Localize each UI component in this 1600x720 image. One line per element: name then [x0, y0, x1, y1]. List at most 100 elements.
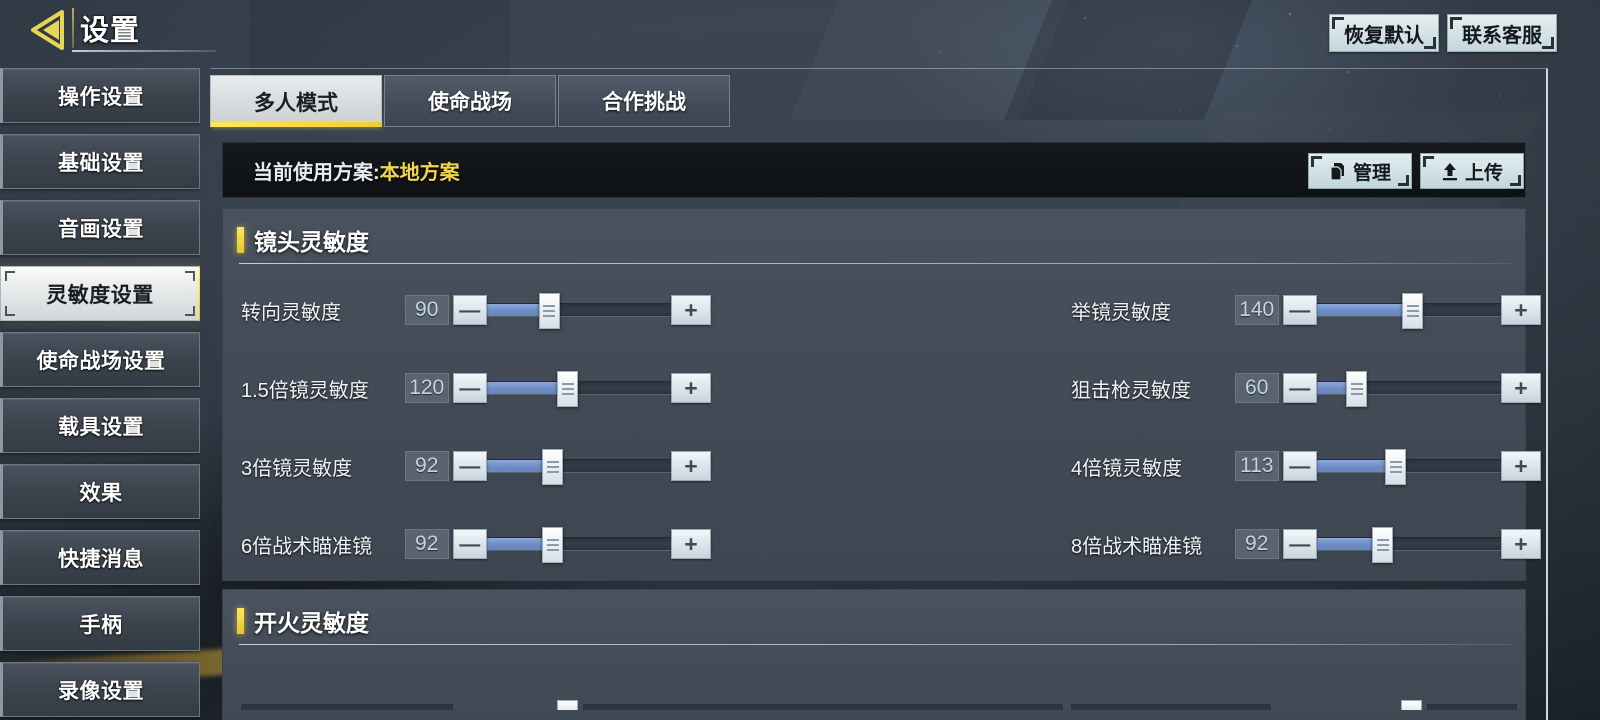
- sidebar-item-label: 快捷消息: [58, 547, 144, 571]
- decrement-button[interactable]: —: [452, 373, 487, 403]
- setting-label: 4倍镜灵敏度: [1071, 457, 1183, 480]
- minus-icon: —: [459, 454, 481, 478]
- setting-slider[interactable]: —: [452, 371, 671, 407]
- slider-thumb[interactable]: [1402, 293, 1424, 329]
- current-scheme-bar: 当前使用方案:本地方案 管理 上传: [222, 142, 1526, 198]
- slider-track[interactable]: [1315, 293, 1501, 329]
- slider-track[interactable]: [485, 293, 671, 329]
- mode-tabs[interactable]: 多人模式 使命战场 合作挑战: [210, 75, 1546, 127]
- sidebar-item-label: 音画设置: [58, 217, 144, 241]
- slider-thumb[interactable]: [1372, 527, 1394, 563]
- slider-thumb[interactable]: [1385, 449, 1407, 485]
- slider-thumb[interactable]: [538, 293, 560, 329]
- slider-track[interactable]: [1315, 449, 1501, 485]
- setting-row-sniper-sensitivity: 狙击枪灵敏度 60 — +: [1071, 366, 1541, 410]
- decrement-button[interactable]: —: [1282, 451, 1317, 481]
- sidebar-item-basic[interactable]: 基础设置: [0, 134, 200, 189]
- increment-button[interactable]: +: [1501, 373, 1541, 403]
- slider-track[interactable]: [1315, 527, 1501, 563]
- tab-label: 多人模式: [254, 91, 338, 115]
- minus-icon: —: [459, 376, 481, 400]
- slider-track[interactable]: [583, 704, 1063, 710]
- minus-icon: —: [1289, 532, 1311, 556]
- section-header: 镜头灵敏度: [237, 223, 369, 257]
- increment-button[interactable]: +: [671, 451, 711, 481]
- setting-value: 113: [1234, 451, 1279, 481]
- sidebar-item-battlefield[interactable]: 使命战场设置: [0, 332, 200, 387]
- slider-track[interactable]: [485, 449, 671, 485]
- setting-slider[interactable]: —: [452, 449, 671, 485]
- slider-thumb[interactable]: [557, 371, 579, 407]
- current-scheme-text: 当前使用方案:本地方案: [253, 156, 460, 185]
- increment-button[interactable]: +: [1501, 529, 1541, 559]
- decrement-button[interactable]: —: [1282, 373, 1317, 403]
- sidebar-item-controls[interactable]: 操作设置: [0, 68, 200, 123]
- active-indicator: [199, 268, 200, 319]
- setting-slider[interactable]: —: [1282, 527, 1501, 563]
- plus-icon: +: [684, 452, 698, 479]
- sidebar-item-sensitivity[interactable]: 灵敏度设置: [0, 266, 200, 321]
- setting-value: 60: [1234, 373, 1279, 403]
- increment-button[interactable]: +: [1501, 451, 1541, 481]
- sidebar-item-label: 基础设置: [58, 151, 144, 175]
- tab-active-underline: [211, 122, 381, 127]
- page-title: 设置: [80, 15, 141, 47]
- corner-bracket: [5, 306, 15, 316]
- setting-slider[interactable]: —: [1282, 371, 1501, 407]
- manage-button[interactable]: 管理: [1308, 153, 1412, 189]
- increment-button[interactable]: +: [671, 529, 711, 559]
- sidebar-item-effects[interactable]: 效果: [0, 464, 200, 519]
- header-bar: 设置 恢复默认 联系客服: [0, 0, 1600, 60]
- contact-support-button[interactable]: 联系客服: [1447, 14, 1557, 52]
- setting-slider[interactable]: —: [452, 293, 671, 329]
- tab-battlefield[interactable]: 使命战场: [384, 75, 556, 127]
- increment-button[interactable]: +: [1501, 295, 1541, 325]
- sidebar-item-audio-video[interactable]: 音画设置: [0, 200, 200, 255]
- slider-track[interactable]: [1071, 704, 1271, 710]
- tab-multiplayer[interactable]: 多人模式: [210, 75, 382, 127]
- sidebar-item-vehicle[interactable]: 载具设置: [0, 398, 200, 453]
- manage-label: 管理: [1352, 162, 1391, 184]
- setting-slider[interactable]: —: [452, 527, 671, 563]
- setting-slider[interactable]: —: [1282, 449, 1501, 485]
- slider-thumb[interactable]: [542, 449, 564, 485]
- decrement-button[interactable]: —: [1282, 295, 1317, 325]
- slider-track[interactable]: [485, 527, 671, 563]
- section-header: 开火灵敏度: [237, 604, 369, 638]
- sidebar-item-label: 效果: [79, 481, 123, 505]
- plus-icon: +: [1514, 374, 1528, 401]
- slider-thumb[interactable]: [557, 700, 578, 710]
- increment-button[interactable]: +: [671, 373, 711, 403]
- upload-button[interactable]: 上传: [1420, 153, 1524, 189]
- setting-slider[interactable]: —: [1282, 293, 1501, 329]
- slider-track[interactable]: [241, 704, 453, 710]
- sidebar-item-label: 使命战场设置: [36, 349, 166, 373]
- sidebar-item-label: 载具设置: [58, 415, 144, 439]
- section-accent-bar: [237, 227, 244, 253]
- slider-thumb[interactable]: [1401, 700, 1422, 710]
- sidebar-item-recording[interactable]: 录像设置: [0, 662, 200, 717]
- sidebar-item-gamepad[interactable]: 手柄: [0, 596, 200, 651]
- decrement-button[interactable]: —: [452, 295, 487, 325]
- decrement-button[interactable]: —: [452, 451, 487, 481]
- restore-defaults-button[interactable]: 恢复默认: [1329, 14, 1439, 52]
- back-arrow-icon[interactable]: [28, 8, 72, 52]
- sidebar-nav[interactable]: 操作设置 基础设置 音画设置 灵敏度设置 使命战场设置 载具设置 效果 快捷消息…: [0, 68, 200, 720]
- sidebar-item-quick-message[interactable]: 快捷消息: [0, 530, 200, 585]
- setting-row-turn-sensitivity: 转向灵敏度 90 — +: [241, 288, 711, 332]
- tab-coop[interactable]: 合作挑战: [558, 75, 730, 127]
- decrement-button[interactable]: —: [1282, 529, 1317, 559]
- decrement-button[interactable]: —: [452, 529, 487, 559]
- slider-fill: [485, 382, 568, 394]
- setting-label: 1.5倍镜灵敏度: [241, 379, 369, 402]
- setting-value: 92: [404, 529, 449, 559]
- increment-button[interactable]: +: [671, 295, 711, 325]
- slider-thumb[interactable]: [542, 527, 564, 563]
- slider-track[interactable]: [485, 371, 671, 407]
- slider-track[interactable]: [1315, 371, 1501, 407]
- setting-label: 6倍战术瞄准镜: [241, 535, 373, 558]
- slider-track[interactable]: [1427, 704, 1517, 710]
- section-accent-bar: [237, 608, 244, 634]
- slider-thumb[interactable]: [1346, 371, 1368, 407]
- slider-fill: [1315, 304, 1413, 316]
